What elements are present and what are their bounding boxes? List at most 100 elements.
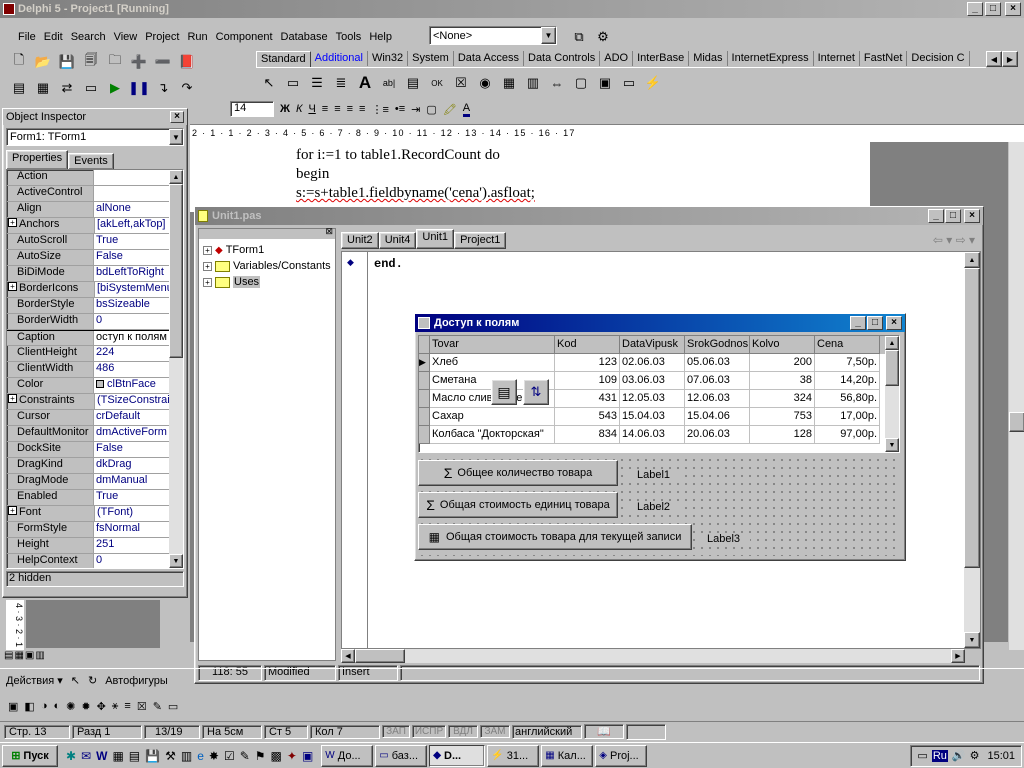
toggle-form-unit-icon[interactable]: ⇄ (56, 77, 78, 99)
back-arrow-icon[interactable]: ⇦ ▾ (933, 233, 952, 247)
dash-style-icon[interactable]: ☒ (137, 700, 147, 713)
form-maximize-button[interactable]: □ (867, 316, 883, 330)
scrollbar-icon[interactable]: ⇔ (546, 72, 568, 94)
column-header[interactable]: Kod (555, 336, 620, 354)
font-size-combo[interactable]: 14 (230, 101, 274, 117)
db-grid[interactable]: Tovar Kod DataVipusk SrokGodnos Kolvo Cena ▶ Х… (418, 335, 900, 453)
memo-icon[interactable]: ▤ (402, 72, 424, 94)
ql-chart-icon[interactable]: ▥ (181, 749, 192, 763)
property-row[interactable]: DragKind dkDrag (7, 458, 173, 474)
datasource-icon[interactable]: ▤ (491, 379, 517, 405)
editor-tab-project1[interactable]: Project1 (454, 232, 507, 249)
scroll-thumb[interactable] (885, 350, 899, 386)
table-cell[interactable]: 543 (555, 408, 620, 426)
editor-close-button[interactable]: × (964, 209, 980, 223)
button-icon[interactable]: OK (426, 72, 448, 94)
align-center-icon[interactable]: ≡ (334, 103, 340, 115)
task-button[interactable]: ▭ баз... (375, 744, 428, 767)
highlight-icon[interactable]: 🖍 (443, 103, 457, 116)
scroll-thumb[interactable] (964, 268, 980, 568)
scroll-down-button[interactable]: ▼ (169, 554, 183, 568)
numbering-icon[interactable]: ⋮≡ (371, 103, 388, 116)
run-icon[interactable]: ▶ (104, 77, 126, 99)
actions-menu[interactable]: Действия ▾ (6, 674, 63, 687)
property-row[interactable]: Color clBtnFace (7, 378, 173, 394)
expand-plus-icon[interactable]: + (8, 282, 17, 291)
depth-icon[interactable]: ✥ (97, 700, 106, 713)
property-value[interactable]: 251 (93, 538, 173, 553)
property-value[interactable]: dmManual (93, 474, 173, 489)
close-button[interactable]: × (1005, 2, 1021, 16)
ql-word-icon[interactable]: W (96, 749, 107, 763)
property-row[interactable]: BorderStyle bsSizeable (7, 298, 173, 314)
property-value[interactable]: 224 (93, 346, 173, 361)
table-cell[interactable]: 97,00р. (815, 426, 880, 444)
ql-outlook-icon[interactable]: ✉ (81, 749, 91, 763)
property-row[interactable]: Height 251 (7, 538, 173, 554)
property-value[interactable]: [akLeft,akTop] (94, 218, 173, 233)
bold-icon[interactable]: Ж (280, 103, 290, 115)
tray-volume-icon[interactable]: 🔊 (952, 749, 966, 762)
property-value[interactable]: dkDrag (93, 458, 173, 473)
property-row[interactable]: Caption оступ к полям (7, 330, 173, 346)
table-cell[interactable]: Сахар (430, 408, 555, 426)
ql-app-icon[interactable]: ▤ (129, 749, 140, 763)
property-row[interactable]: BorderWidth 0 (7, 314, 173, 330)
save-icon[interactable]: 💾 (56, 51, 78, 73)
table-row[interactable]: Сахар 543 15.04.03 15.04.06 753 17,00р. (419, 408, 899, 426)
property-value[interactable]: 0 (93, 314, 173, 329)
editor-tab-unit2[interactable]: Unit2 (341, 232, 379, 249)
task-button[interactable]: W До... (321, 744, 374, 767)
column-header[interactable]: DataVipusk (620, 336, 685, 354)
palette-tab-6[interactable]: ADO (600, 51, 634, 66)
window-list-icon[interactable]: ⧉ (568, 26, 590, 48)
scroll-left-button[interactable]: ◀ (341, 649, 355, 663)
property-row[interactable]: Enabled True (7, 490, 173, 506)
ql-ie-icon[interactable]: e (197, 749, 204, 763)
editor-tab-unit4[interactable]: Unit4 (378, 232, 417, 249)
tilt-down-icon[interactable]: ◑ (41, 700, 48, 712)
expand-plus-icon[interactable]: + (203, 261, 212, 271)
edit-icon[interactable]: ab| (378, 72, 400, 94)
editor-maximize-button[interactable]: □ (945, 209, 961, 223)
table-cell[interactable]: 12.06.03 (685, 390, 750, 408)
view-form-icon[interactable]: ▦ (32, 77, 54, 99)
property-row[interactable]: + Anchors [akLeft,akTop] (7, 218, 173, 234)
property-value[interactable]: crDefault (93, 410, 173, 425)
pointer-icon[interactable]: ↖ (258, 72, 280, 94)
property-row[interactable]: + Constraints (TSizeConstrain (7, 394, 173, 410)
table-cell[interactable]: 7,50р. (815, 354, 880, 372)
ql-gear-icon[interactable]: ✸ (209, 749, 219, 763)
autoshapes-menu[interactable]: Автофигуры (105, 675, 168, 687)
column-header[interactable]: SrokGodnos (685, 336, 750, 354)
task-button[interactable]: ⚡ 31... (487, 744, 540, 767)
tilt-up-icon[interactable]: ◐ (53, 700, 60, 712)
grid-vscroll[interactable]: ▲ ▼ (885, 336, 899, 452)
tree-item[interactable]: + Uses (203, 274, 331, 290)
column-header[interactable]: Cena (815, 336, 880, 354)
table-cell[interactable]: 431 (555, 390, 620, 408)
frame-icon[interactable]: ▭ (282, 72, 304, 94)
menu-help[interactable]: Help (369, 31, 392, 43)
tab-properties[interactable]: Properties (6, 150, 69, 169)
table-cell[interactable]: 123 (555, 354, 620, 372)
add-file-icon[interactable]: ➕ (128, 51, 150, 73)
table-cell[interactable]: 15.04.03 (620, 408, 685, 426)
radiobutton-icon[interactable]: ◉ (474, 72, 496, 94)
direction-icon[interactable]: ⚹ (112, 700, 119, 713)
form-titlebar[interactable]: Доступ к полям _ □ × (415, 314, 905, 332)
new-form-icon[interactable]: ▭ (80, 77, 102, 99)
shadow-icon[interactable]: ▣ (8, 700, 18, 713)
table-cell[interactable]: 12.05.03 (620, 390, 685, 408)
table-row[interactable]: Колбаса "Докторская" 834 14.06.03 20.06.03 1… (419, 426, 899, 444)
scroll-up-button[interactable]: ▲ (169, 170, 183, 184)
minimize-button[interactable]: _ (967, 2, 983, 16)
ql-game-icon[interactable]: ✦ (287, 749, 297, 763)
lighting-icon[interactable]: ✎ (153, 700, 162, 713)
task-button[interactable]: ▦ Кал... (541, 744, 594, 767)
radiogroup-icon[interactable]: ▣ (594, 72, 616, 94)
menu-view[interactable]: View (114, 31, 138, 43)
font-color-icon[interactable]: A (462, 102, 471, 117)
expand-plus-icon[interactable]: + (203, 245, 212, 255)
tray-app-icon[interactable]: ⚙ (970, 749, 980, 762)
